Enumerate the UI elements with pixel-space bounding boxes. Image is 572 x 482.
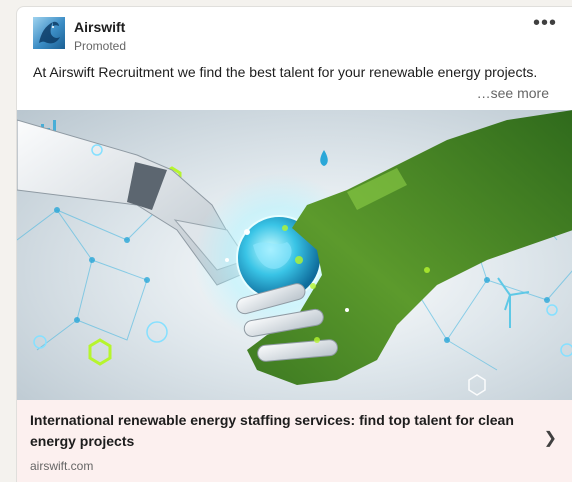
see-more-link[interactable]: …see more [477,85,549,101]
chevron-right-icon[interactable]: ❯ [544,428,557,448]
wind-turbine-icon [497,277,530,328]
post-commentary: At Airswift Recruitment we find the best… [33,64,538,80]
sponsored-post-card: Airswift Promoted ••• At Airswift Recrui… [16,6,572,482]
handshake-illustration [17,110,572,396]
company-name[interactable]: Airswift [74,19,125,35]
post-image[interactable] [17,110,572,400]
more-options-button[interactable]: ••• [533,12,558,35]
company-logo[interactable] [33,17,65,49]
link-domain: airswift.com [30,459,94,473]
link-headline[interactable]: International renewable energy staffing … [30,410,542,452]
more-horizontal-icon: ••• [533,12,558,34]
link-card[interactable]: International renewable energy staffing … [17,400,572,482]
promoted-label: Promoted [74,39,127,53]
dolphin-icon [39,21,60,44]
post-header: Airswift Promoted ••• [17,7,572,63]
water-drop-icon [320,150,328,166]
